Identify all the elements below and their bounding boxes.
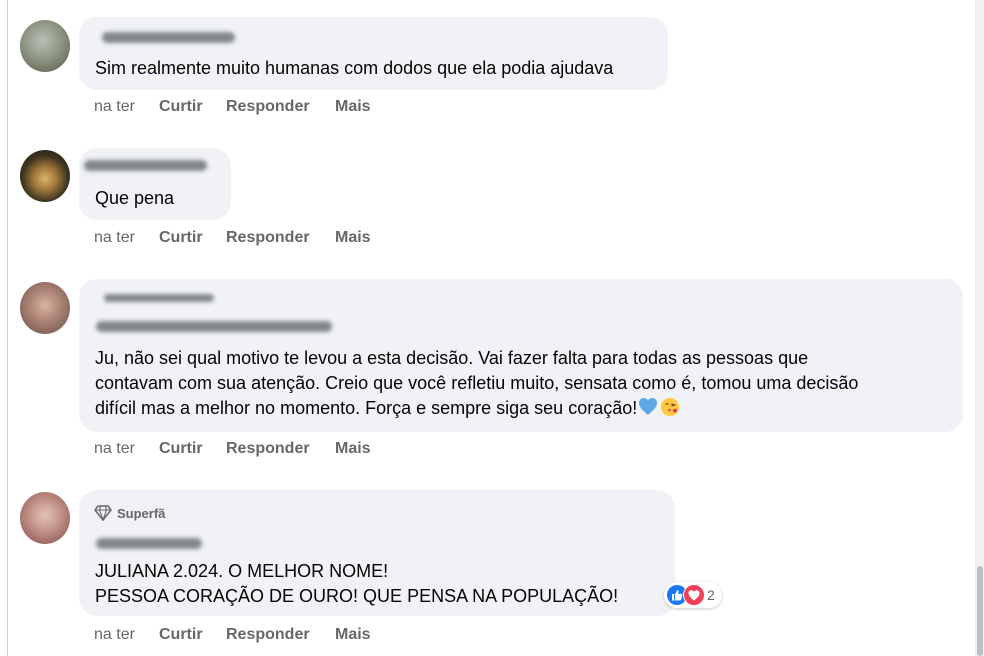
diamond-icon (94, 505, 112, 521)
blurred-badge (104, 294, 214, 302)
badge-label: Superfã (117, 506, 166, 521)
like-button[interactable]: Curtir (159, 624, 203, 646)
comment-text-line-2: PESSOA CORAÇÃO DE OURO! QUE PENSA NA POP… (95, 586, 619, 606)
reply-button[interactable]: Responder (226, 438, 310, 460)
timestamp[interactable]: na ter (94, 438, 135, 460)
scrollbar-track[interactable] (975, 0, 984, 656)
more-button[interactable]: Mais (335, 96, 371, 118)
comment-text-line-1: JULIANA 2.024. O MELHOR NOME! (95, 561, 389, 581)
timestamp[interactable]: na ter (94, 96, 135, 118)
reply-button[interactable]: Responder (226, 624, 310, 646)
blurred-author-name[interactable] (102, 32, 235, 43)
reactions-summary[interactable]: 2 (664, 582, 722, 608)
more-button[interactable]: Mais (335, 624, 371, 646)
blurred-author-name[interactable] (84, 160, 207, 171)
blurred-author-name[interactable] (96, 321, 332, 332)
like-button[interactable]: Curtir (159, 227, 203, 249)
like-button[interactable]: Curtir (159, 96, 203, 118)
comment-text: Que pena (95, 188, 175, 208)
avatar[interactable] (20, 20, 70, 72)
reply-button[interactable]: Responder (226, 227, 310, 249)
comment-text-line-1: Ju, não sei qual motivo te levou a esta … (95, 348, 809, 368)
blurred-author-name[interactable] (96, 538, 202, 549)
avatar[interactable] (20, 150, 70, 202)
scrollbar-thumb[interactable] (977, 566, 983, 656)
reaction-count: 2 (707, 587, 715, 603)
comment-text: Sim realmente muito humanas com dodos qu… (95, 58, 614, 78)
timestamp[interactable]: na ter (94, 227, 135, 249)
like-button[interactable]: Curtir (159, 438, 203, 460)
face-blowing-kiss-icon (661, 398, 680, 416)
avatar[interactable] (20, 282, 70, 334)
left-border (7, 0, 8, 656)
blue-heart-icon (639, 398, 658, 415)
timestamp[interactable]: na ter (94, 624, 135, 646)
comment-text-line-3: difícil mas a melhor no momento. Força e… (95, 396, 680, 421)
comment-text-line-2: contavam com sua atenção. Creio que você… (95, 373, 859, 393)
love-reaction-icon (683, 583, 705, 606)
reply-button[interactable]: Responder (226, 96, 310, 118)
avatar[interactable] (20, 492, 70, 544)
more-button[interactable]: Mais (335, 227, 371, 249)
more-button[interactable]: Mais (335, 438, 371, 460)
